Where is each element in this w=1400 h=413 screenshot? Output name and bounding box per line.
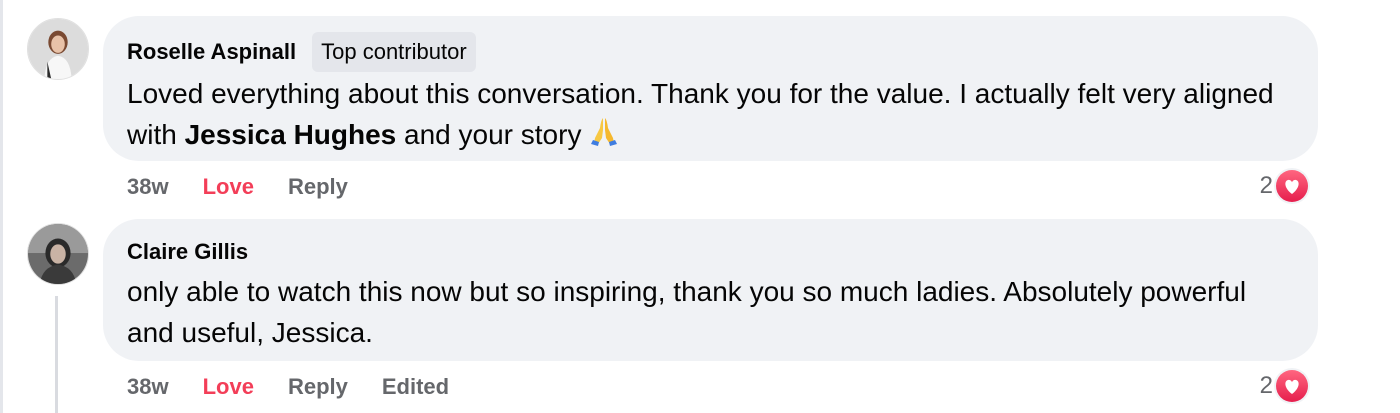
reply-button[interactable]: Reply (288, 174, 348, 200)
heart-icon (1274, 368, 1310, 404)
comment-author[interactable]: Claire Gillis (127, 239, 248, 265)
edited-label[interactable]: Edited (382, 374, 449, 400)
comment-text-part: and your story (396, 119, 582, 150)
reaction-count: 2 (1259, 172, 1273, 199)
love-button[interactable]: Love (203, 374, 254, 400)
comment-text: only able to watch this now but so inspi… (127, 276, 1247, 348)
reaction-summary[interactable]: 2 (1260, 168, 1310, 204)
comment-bubble: Roselle Aspinall Top contributor Loved e… (103, 16, 1318, 161)
love-button[interactable]: Love (203, 174, 254, 200)
comments-section: Roselle Aspinall Top contributor Loved e… (0, 0, 1400, 413)
comment-actions: 38w Love Reply (127, 173, 382, 201)
comment-bubble: Claire Gillis only able to watch this no… (103, 219, 1318, 361)
avatar-roselle-aspinall[interactable] (27, 18, 89, 80)
panel-edge (0, 0, 3, 413)
comment-actions: 38w Love Reply Edited (127, 373, 483, 401)
comment-author[interactable]: Roselle Aspinall (127, 39, 296, 65)
thread-connector-line (55, 296, 58, 413)
reply-button[interactable]: Reply (288, 374, 348, 400)
reaction-summary[interactable]: 2 (1260, 368, 1310, 404)
top-contributor-badge[interactable]: Top contributor (312, 32, 476, 72)
comment-text: Loved everything about this conversation… (127, 73, 1294, 155)
comment-timestamp[interactable]: 38w (127, 374, 169, 400)
folded-hands-emoji (587, 114, 621, 148)
mention-link[interactable]: Jessica Hughes (185, 119, 397, 150)
comment-timestamp[interactable]: 38w (127, 174, 169, 200)
reaction-count: 2 (1259, 372, 1273, 399)
heart-icon (1274, 168, 1310, 204)
avatar-claire-gillis[interactable] (27, 223, 89, 285)
